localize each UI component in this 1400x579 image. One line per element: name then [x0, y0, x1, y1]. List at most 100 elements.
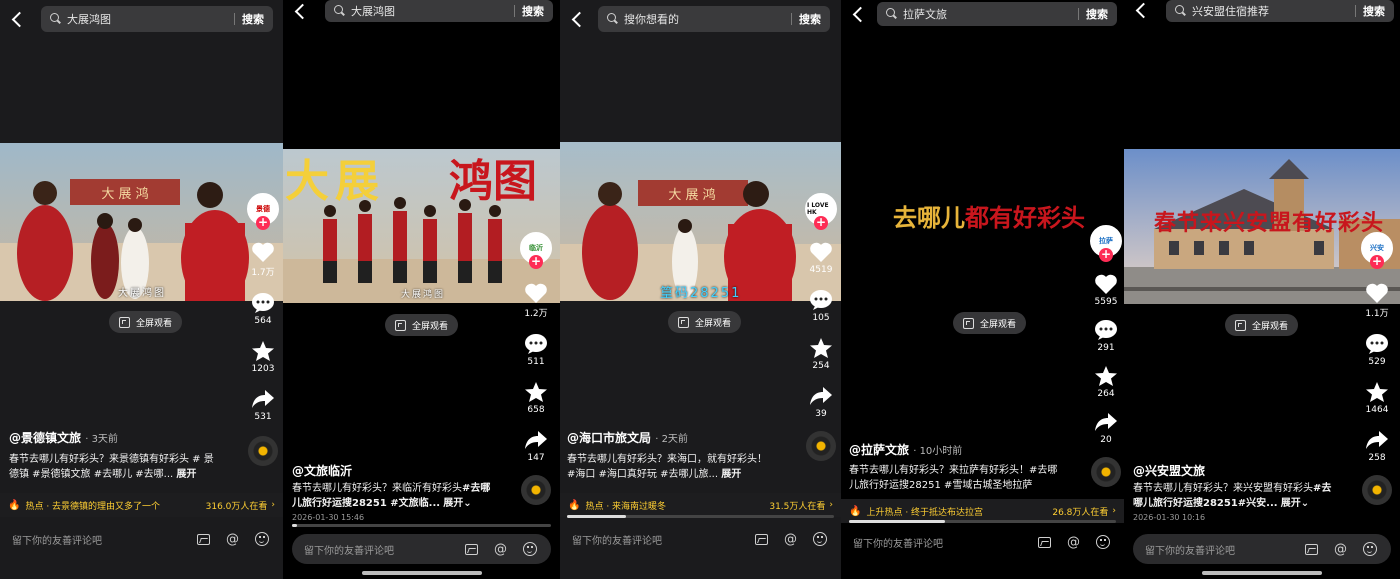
- image-icon[interactable]: [1304, 542, 1319, 557]
- follow-plus-icon[interactable]: +: [1370, 255, 1384, 269]
- search-bar[interactable]: 大展鸿图 搜索: [41, 6, 273, 32]
- music-disc-icon[interactable]: [1362, 475, 1392, 505]
- comment-input[interactable]: 留下你的友善评论吧 @: [1133, 534, 1391, 564]
- video-player[interactable]: 大 展 鸿 篁码28251: [560, 142, 841, 301]
- search-query[interactable]: 大展鸿图: [351, 3, 514, 19]
- author-handle[interactable]: @海口市旅文局: [567, 431, 651, 445]
- back-arrow-icon[interactable]: [1134, 3, 1150, 19]
- like-action[interactable]: 1.2万: [524, 282, 548, 319]
- comment-action[interactable]: 291: [1094, 319, 1118, 353]
- fullscreen-button[interactable]: 全屏观看: [953, 312, 1027, 334]
- video-player[interactable]: 去哪儿都有好彩头: [841, 150, 1124, 300]
- comment-input[interactable]: 留下你的友善评论吧 @: [292, 534, 551, 564]
- share-action[interactable]: 531: [251, 388, 275, 422]
- comment-action[interactable]: 511: [524, 333, 548, 367]
- music-disc-icon[interactable]: [1091, 457, 1121, 487]
- search-button[interactable]: 搜索: [522, 3, 544, 19]
- progress-bar[interactable]: [849, 520, 1116, 523]
- image-icon[interactable]: [196, 532, 211, 547]
- music-disc-icon[interactable]: [521, 475, 551, 505]
- emoji-icon[interactable]: [1362, 542, 1377, 557]
- search-bar[interactable]: 大展鸿图 搜索: [325, 0, 553, 22]
- expand-link[interactable]: 展开: [443, 498, 463, 509]
- emoji-icon[interactable]: [1095, 535, 1110, 550]
- follow-plus-icon[interactable]: +: [1099, 248, 1113, 262]
- search-bar[interactable]: 拉萨文旅 搜索: [877, 2, 1117, 26]
- expand-link[interactable]: 展开: [1281, 498, 1301, 509]
- hot-topic-bar[interactable]: 🔥 热点 · 去景德镇的理由又多了一个 316.0万人在看 ›: [0, 493, 283, 517]
- music-disc-icon[interactable]: [248, 436, 278, 466]
- mention-icon[interactable]: @: [783, 532, 798, 547]
- back-arrow-icon[interactable]: [570, 12, 586, 28]
- follow-plus-icon[interactable]: +: [256, 216, 270, 230]
- follow-plus-icon[interactable]: +: [814, 216, 828, 230]
- search-button[interactable]: 搜索: [242, 11, 264, 27]
- search-query[interactable]: 大展鸿图: [67, 11, 234, 27]
- emoji-icon[interactable]: [254, 532, 269, 547]
- like-action[interactable]: 1.1万: [1365, 282, 1389, 319]
- music-disc-icon[interactable]: [806, 431, 836, 461]
- follow-plus-icon[interactable]: +: [529, 255, 543, 269]
- search-bar[interactable]: 兴安盟住宿推荐 搜索: [1166, 0, 1394, 22]
- fullscreen-button[interactable]: 全屏观看: [109, 311, 183, 333]
- image-icon[interactable]: [1037, 535, 1052, 550]
- hot-topic-bar[interactable]: 🔥 热点 · 来海南过暖冬 31.5万人在看 ›: [560, 493, 841, 517]
- share-action[interactable]: 258: [1365, 429, 1389, 463]
- video-player[interactable]: 大 展 鸿 大展鸿图: [0, 143, 283, 301]
- author-avatar[interactable]: I LOVE HK +: [805, 193, 837, 230]
- search-query[interactable]: 拉萨文旅: [903, 6, 1078, 22]
- favorite-action[interactable]: 1464: [1365, 381, 1389, 415]
- favorite-action[interactable]: 264: [1094, 365, 1118, 399]
- comment-input[interactable]: 留下你的友善评论吧 @: [0, 524, 283, 554]
- progress-bar[interactable]: [567, 515, 834, 518]
- comment-input[interactable]: 留下你的友善评论吧 @: [841, 527, 1124, 557]
- fullscreen-button[interactable]: 全屏观看: [668, 311, 742, 333]
- author-name[interactable]: @海口市旅文局 · 2天前: [567, 429, 688, 446]
- image-icon[interactable]: [754, 532, 769, 547]
- mention-icon[interactable]: @: [225, 532, 240, 547]
- mention-icon[interactable]: @: [1066, 535, 1081, 550]
- like-action[interactable]: 1.7万: [251, 241, 275, 278]
- author-avatar[interactable]: 临沂 +: [520, 232, 552, 269]
- share-action[interactable]: 20: [1094, 411, 1118, 445]
- search-query[interactable]: 兴安盟住宿推荐: [1192, 3, 1355, 19]
- author-handle[interactable]: @拉萨文旅: [849, 443, 909, 457]
- comment-input[interactable]: 留下你的友善评论吧 @: [560, 524, 841, 554]
- search-button[interactable]: 搜索: [799, 11, 821, 27]
- mention-icon[interactable]: @: [493, 542, 508, 557]
- favorite-action[interactable]: 1203: [251, 340, 275, 374]
- search-button[interactable]: 搜索: [1363, 3, 1385, 19]
- back-arrow-icon[interactable]: [10, 12, 26, 28]
- fullscreen-button[interactable]: 全屏观看: [1225, 314, 1299, 336]
- like-action[interactable]: 4519: [809, 241, 833, 275]
- search-bar[interactable]: 搜你想看的 搜索: [598, 6, 830, 32]
- author-avatar[interactable]: 兴安 +: [1361, 232, 1393, 269]
- back-arrow-icon[interactable]: [293, 4, 309, 20]
- author-name[interactable]: @文旅临沂: [292, 462, 352, 479]
- favorite-action[interactable]: 254: [809, 337, 833, 371]
- emoji-icon[interactable]: [812, 532, 827, 547]
- search-query[interactable]: 搜你想看的: [624, 11, 791, 27]
- share-action[interactable]: 39: [809, 385, 833, 419]
- fullscreen-button[interactable]: 全屏观看: [385, 314, 459, 336]
- emoji-icon[interactable]: [522, 542, 537, 557]
- share-action[interactable]: 147: [524, 429, 548, 463]
- author-avatar[interactable]: 景德 +: [247, 193, 279, 230]
- favorite-action[interactable]: 658: [524, 381, 548, 415]
- mention-icon[interactable]: @: [1333, 542, 1348, 557]
- comment-action[interactable]: 564: [251, 292, 275, 326]
- progress-bar[interactable]: [292, 524, 551, 527]
- comment-action[interactable]: 105: [809, 289, 833, 323]
- expand-link[interactable]: 展开: [721, 469, 741, 480]
- author-handle[interactable]: @景德镇文旅: [9, 431, 81, 445]
- comment-action[interactable]: 529: [1365, 333, 1389, 367]
- author-name[interactable]: @景德镇文旅 · 3天前: [9, 429, 118, 446]
- back-arrow-icon[interactable]: [851, 7, 867, 23]
- author-name[interactable]: @拉萨文旅 · 10小时前: [849, 441, 962, 458]
- like-action[interactable]: 5595: [1094, 273, 1118, 307]
- expand-link[interactable]: 展开: [176, 469, 196, 480]
- author-name[interactable]: @兴安盟文旅: [1133, 462, 1205, 479]
- image-icon[interactable]: [464, 542, 479, 557]
- author-avatar[interactable]: 拉萨 +: [1090, 225, 1122, 262]
- search-button[interactable]: 搜索: [1086, 6, 1108, 22]
